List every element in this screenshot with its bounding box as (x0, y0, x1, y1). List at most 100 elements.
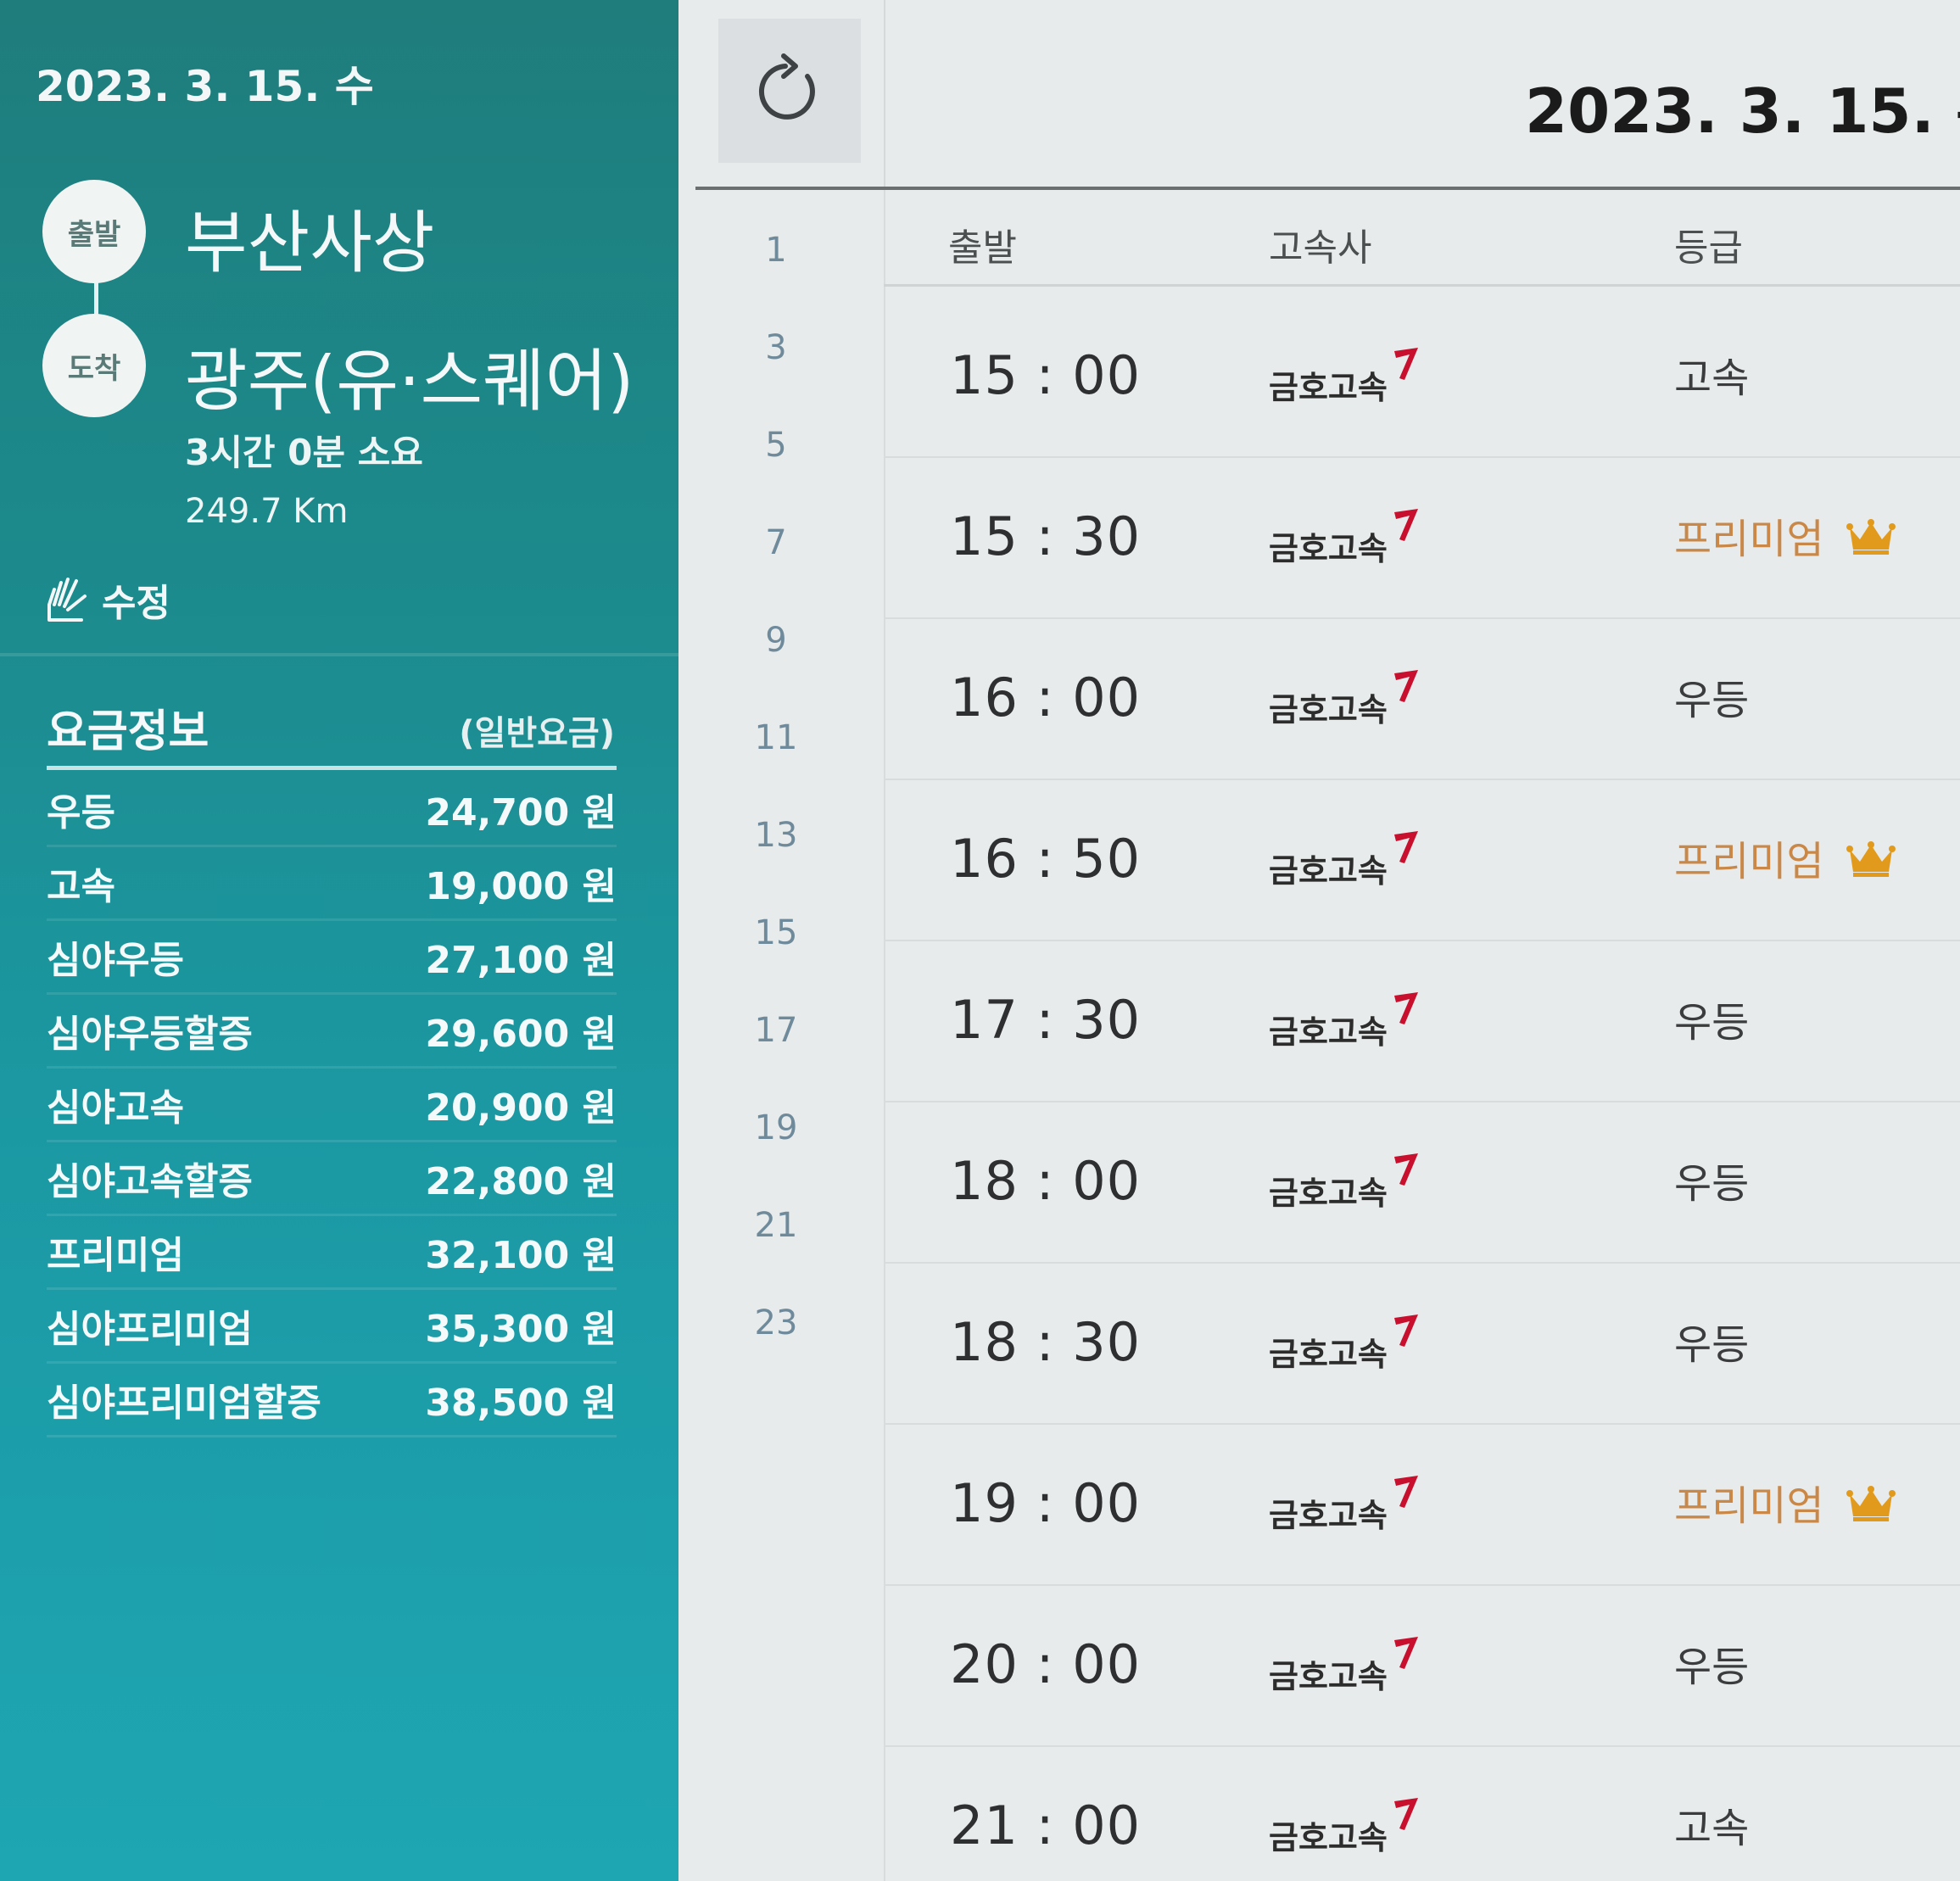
fare-price: 38,500 원 (425, 1381, 617, 1425)
bus-grade-label: 고속 (1674, 1805, 1750, 1852)
hour-label[interactable]: 23 (678, 1303, 874, 1342)
fare-price: 27,100 원 (425, 939, 617, 982)
hour-label[interactable]: 21 (678, 1206, 874, 1245)
hour-label[interactable]: 13 (678, 816, 874, 855)
column-header-grade[interactable]: 등급 (1674, 217, 1743, 271)
refresh-button[interactable] (718, 19, 861, 163)
bus-company: 금호고속 (1269, 1633, 1421, 1697)
fare-info-subtitle: (일반요금) (459, 714, 615, 753)
crown-icon (1846, 517, 1896, 555)
hour-label[interactable]: 5 (678, 426, 874, 465)
arrival-badge: 도착 (42, 314, 146, 417)
fare-grade-name: 심야고속 (47, 1086, 184, 1130)
trip-distance: 249.7 Km (185, 492, 349, 531)
hour-label[interactable]: 3 (678, 328, 874, 367)
bus-company: 금호고속 (1269, 344, 1421, 408)
bus-company: 금호고속 (1269, 828, 1421, 891)
column-header-departure[interactable]: 출발 (948, 217, 1017, 271)
fare-grade-name: 심야프리미엄 (47, 1308, 253, 1351)
fare-price: 22,800 원 (425, 1160, 617, 1203)
schedule-row[interactable]: 19 : 00 금호고속 프리미엄 (884, 1423, 1960, 1586)
departure-terminal-name: 부산사상 (185, 204, 435, 282)
fare-row: 심야프리미엄할증 38,500 원 (47, 1364, 617, 1437)
hour-label[interactable]: 1 (678, 231, 874, 270)
departure-time: 18 : 00 (950, 1150, 1142, 1212)
hour-label[interactable]: 7 (678, 523, 874, 562)
bus-company: 금호고속 (1269, 1472, 1421, 1536)
kumho-logo-icon (1391, 989, 1421, 1026)
bus-company-name: 금호고속 (1269, 1819, 1388, 1856)
departure-badge: 출발 (42, 180, 146, 283)
kumho-logo-icon (1391, 344, 1421, 382)
fare-price: 20,900 원 (425, 1086, 617, 1130)
fare-grade-name: 심야프리미엄할증 (47, 1381, 321, 1425)
fare-info-header: 요금정보 (일반요금) (47, 695, 615, 763)
hour-scrollbar[interactable]: 1 3 5 7 9 11 13 15 17 19 21 23 (678, 190, 885, 1881)
kumho-logo-icon (1391, 828, 1421, 865)
trip-duration: 3시간 0분 소요 (185, 432, 423, 473)
kumho-logo-icon (1391, 667, 1421, 704)
edit-label: 수정 (102, 582, 170, 625)
kumho-logo-icon (1391, 1472, 1421, 1510)
hour-label[interactable]: 19 (678, 1108, 874, 1147)
bus-company-name: 금호고속 (1269, 1336, 1388, 1373)
fare-price: 35,300 원 (425, 1308, 617, 1351)
bus-grade: 프리미엄 (1674, 1472, 1896, 1532)
hour-label[interactable]: 11 (678, 718, 874, 757)
bus-grade: 프리미엄 (1674, 828, 1896, 887)
schedule-row[interactable]: 16 : 00 금호고속 우등 (884, 617, 1960, 780)
schedule-row[interactable]: 20 : 00 금호고속 우등 (884, 1584, 1960, 1747)
bus-company-name: 금호고속 (1269, 691, 1388, 728)
schedule-row[interactable]: 17 : 30 금호고속 우등 (884, 940, 1960, 1102)
kumho-logo-icon (1391, 505, 1421, 543)
hour-label[interactable]: 17 (678, 1011, 874, 1050)
fare-grade-name: 우등 (47, 791, 115, 834)
edit-route-button[interactable]: 수정 (42, 570, 170, 629)
fare-row: 심야프리미엄 35,300 원 (47, 1290, 617, 1364)
toolbar-separator (884, 0, 885, 187)
fare-price: 32,100 원 (425, 1234, 617, 1277)
bus-company: 금호고속 (1269, 505, 1421, 569)
fare-list: 우등 24,700 원 고속 19,000 원 심야우등 27,100 원 심야우등할… (47, 773, 617, 1437)
departure-time: 16 : 50 (950, 828, 1142, 890)
fare-header-underline (47, 766, 617, 770)
fare-grade-name: 프리미엄 (47, 1234, 184, 1277)
bus-grade-label: 우등 (1674, 677, 1750, 724)
departure-time: 20 : 00 (950, 1633, 1142, 1695)
hand-edit-icon (42, 571, 90, 628)
bus-grade: 우등 (1674, 1311, 1749, 1370)
schedule-row[interactable]: 18 : 30 금호고속 우등 (884, 1262, 1960, 1425)
column-header-company[interactable]: 고속사 (1269, 217, 1371, 271)
bus-grade-label: 우등 (1674, 999, 1750, 1047)
fare-row: 심야우등 27,100 원 (47, 921, 617, 995)
fare-grade-name: 심야우등할증 (47, 1013, 253, 1056)
bus-grade: 우등 (1674, 667, 1749, 726)
bus-grade-label: 우등 (1674, 1644, 1750, 1691)
schedule-row[interactable]: 18 : 00 금호고속 우등 (884, 1101, 1960, 1264)
kumho-logo-icon (1391, 1311, 1421, 1348)
schedule-row[interactable]: 16 : 50 금호고속 프리미엄 (884, 779, 1960, 941)
bus-company-name: 금호고속 (1269, 530, 1388, 567)
departure-time: 21 : 00 (950, 1794, 1142, 1856)
hour-label[interactable]: 15 (678, 913, 874, 952)
bus-grade-label: 프리미엄 (1674, 1482, 1824, 1530)
departure-time: 19 : 00 (950, 1472, 1142, 1534)
kumho-logo-icon (1391, 1150, 1421, 1187)
sidebar-divider (0, 653, 678, 656)
bus-grade-label: 고속 (1674, 354, 1750, 402)
schedule-row[interactable]: 15 : 00 금호고속 고속 (884, 295, 1960, 458)
bus-grade-label: 우등 (1674, 1160, 1750, 1208)
bus-company-name: 금호고속 (1269, 369, 1388, 406)
fare-row: 우등 24,700 원 (47, 773, 617, 847)
hour-label[interactable]: 9 (678, 621, 874, 660)
departure-time: 17 : 30 (950, 989, 1142, 1051)
departure-time: 15 : 00 (950, 344, 1142, 406)
bus-company: 금호고속 (1269, 1794, 1421, 1858)
schedule-row[interactable]: 21 : 00 금호고속 고속 (884, 1745, 1960, 1881)
bus-grade: 고속 (1674, 1794, 1749, 1854)
bus-grade-label: 프리미엄 (1674, 838, 1824, 885)
schedule-row[interactable]: 15 : 30 금호고속 프리미엄 (884, 456, 1960, 619)
crown-icon (1846, 840, 1896, 877)
fare-price: 24,700 원 (425, 791, 617, 834)
fare-grade-name: 고속 (47, 865, 115, 908)
